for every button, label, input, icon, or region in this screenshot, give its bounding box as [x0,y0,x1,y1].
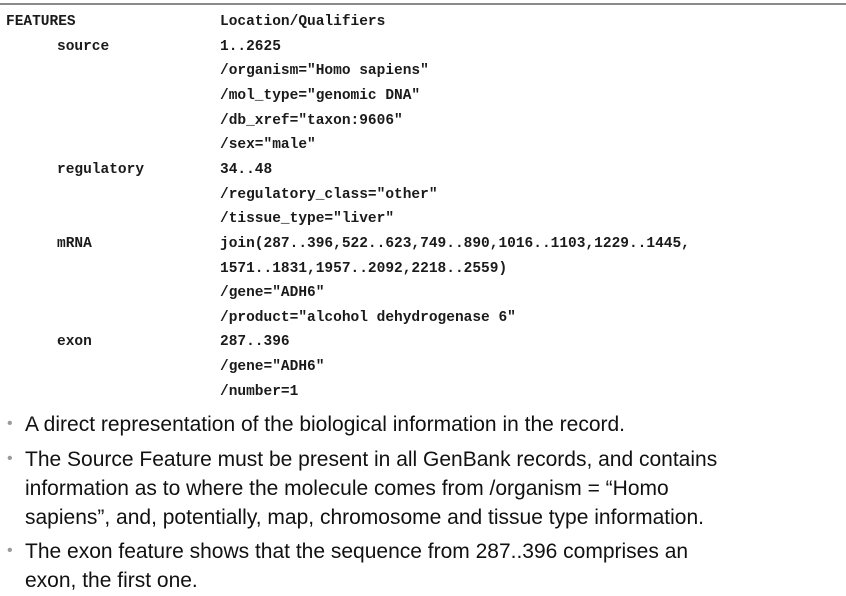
bullet-text: sapiens”, and, potentially, map, chromos… [25,506,704,529]
feature-qualifier: /mol_type="genomic DNA" [220,87,421,104]
feature-key: source [57,38,110,55]
bullet-dot-icon: • [7,542,13,559]
feature-qualifier: /db_xref="taxon:9606" [220,112,403,129]
top-rule [0,3,846,5]
feature-key: FEATURES [6,14,76,30]
feature-qualifier: /number=1 [220,383,299,400]
feature-qualifier: 1571..1831,1957..2092,2218..2559) [220,260,508,277]
feature-qualifier: /gene="ADH6" [220,285,325,302]
bullet-text: The exon feature shows that the sequence… [25,540,689,563]
feature-key: regulatory [57,161,145,178]
feature-key: mRNA [57,235,92,252]
feature-qualifier: /tissue_type="liver" [220,211,395,228]
feature-qualifier: /gene="ADH6" [220,359,325,376]
bullet-dot-icon: • [7,450,13,467]
feature-qualifier: /organism="Homo sapiens" [220,63,429,80]
feature-qualifier: 287..396 [220,334,290,351]
bullet-text: information as to where the molecule com… [25,477,669,500]
feature-qualifier: 1..2625 [220,38,281,55]
feature-qualifier: 34..48 [220,161,273,178]
bullet-text: A direct representation of the biologica… [25,413,626,436]
feature-qualifier: join(287..396,522..623,749..890,1016..11… [220,235,690,252]
feature-qualifier: /regulatory_class="other" [220,186,438,203]
bullet-text: The Source Feature must be present in al… [25,448,718,471]
feature-qualifier: /sex="male" [220,137,316,154]
feature-qualifier: /product="alcohol dehydrogenase 6" [220,309,516,326]
feature-key: exon [57,334,92,351]
bullet-dot-icon: • [7,415,13,432]
feature-qualifier: Location/Qualifiers [220,14,386,30]
bullet-text: exon, the first one. [25,569,198,592]
